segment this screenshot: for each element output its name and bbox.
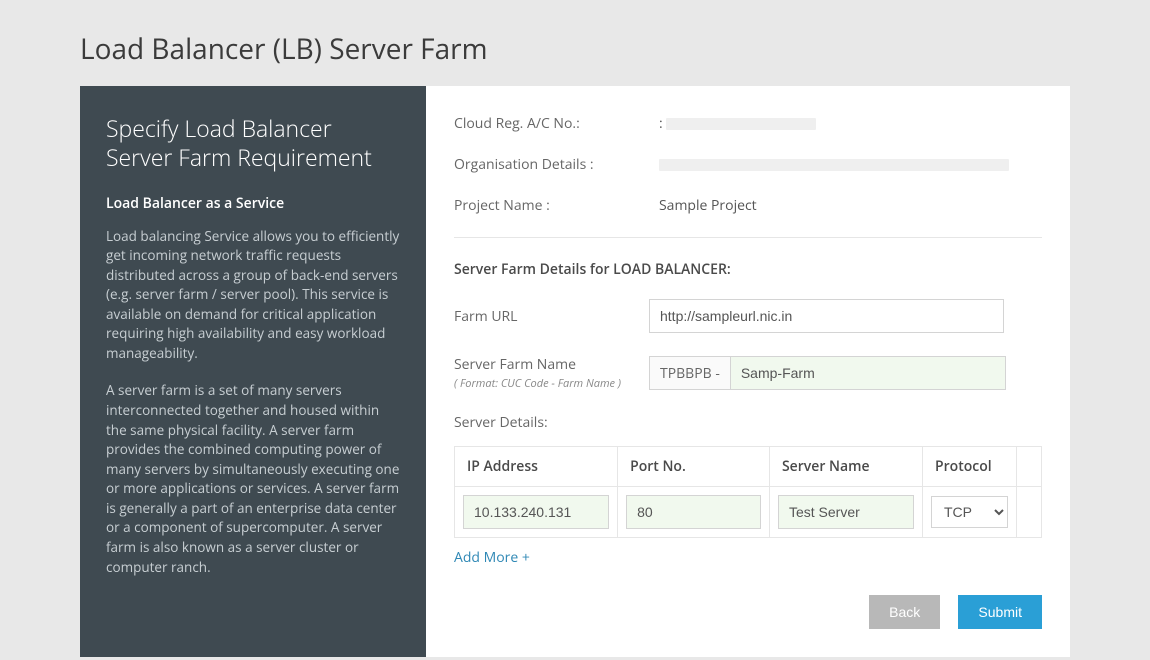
cloud-reg-value: : xyxy=(659,114,1042,133)
main-form: Cloud Reg. A/C No.: : Organisation Detai… xyxy=(426,86,1070,657)
project-name-value: Sample Project xyxy=(659,196,1042,215)
redacted-text xyxy=(666,118,816,130)
cloud-reg-label: Cloud Reg. A/C No.: xyxy=(454,114,659,133)
project-name-label: Project Name : xyxy=(454,196,659,215)
col-ip: IP Address xyxy=(455,447,618,487)
server-farm-section-title: Server Farm Details for LOAD BALANCER: xyxy=(454,260,1042,279)
farm-name-label: Server Farm Name xyxy=(454,355,576,374)
col-protocol: Protocol xyxy=(923,447,1017,487)
divider xyxy=(454,237,1042,238)
sidebar-heading: Specify Load Balancer Server Farm Requir… xyxy=(106,114,400,172)
server-details-table: IP Address Port No. Server Name Protocol xyxy=(454,446,1042,538)
protocol-select[interactable]: TCP xyxy=(931,496,1008,528)
info-sidebar: Specify Load Balancer Server Farm Requir… xyxy=(80,86,426,657)
sidebar-paragraph-2: A server farm is a set of many servers i… xyxy=(106,381,400,577)
ip-address-input[interactable] xyxy=(463,495,609,529)
port-input[interactable] xyxy=(626,495,761,529)
server-name-input[interactable] xyxy=(778,495,914,529)
server-details-label: Server Details: xyxy=(454,413,1042,432)
submit-button[interactable]: Submit xyxy=(958,595,1042,629)
redacted-text xyxy=(659,159,1009,171)
farm-name-hint: ( Format: CUC Code - Farm Name ) xyxy=(454,376,649,391)
sidebar-subheading: Load Balancer as a Service xyxy=(106,194,400,213)
back-button[interactable]: Back xyxy=(869,595,940,629)
table-row: TCP xyxy=(455,487,1042,538)
farm-url-label: Farm URL xyxy=(454,307,649,326)
organisation-value xyxy=(659,155,1042,174)
content-panel: Specify Load Balancer Server Farm Requir… xyxy=(80,86,1070,657)
col-port: Port No. xyxy=(618,447,770,487)
col-server: Server Name xyxy=(769,447,922,487)
organisation-label: Organisation Details : xyxy=(454,155,659,174)
farm-name-input[interactable] xyxy=(730,356,1006,390)
add-more-link[interactable]: Add More + xyxy=(454,548,530,567)
farm-name-prefix: TPBBPB - xyxy=(649,356,730,390)
page-title: Load Balancer (LB) Server Farm xyxy=(80,30,1070,68)
sidebar-paragraph-1: Load balancing Service allows you to eff… xyxy=(106,227,400,364)
col-spacer xyxy=(1016,447,1041,487)
farm-url-input[interactable] xyxy=(649,299,1004,333)
